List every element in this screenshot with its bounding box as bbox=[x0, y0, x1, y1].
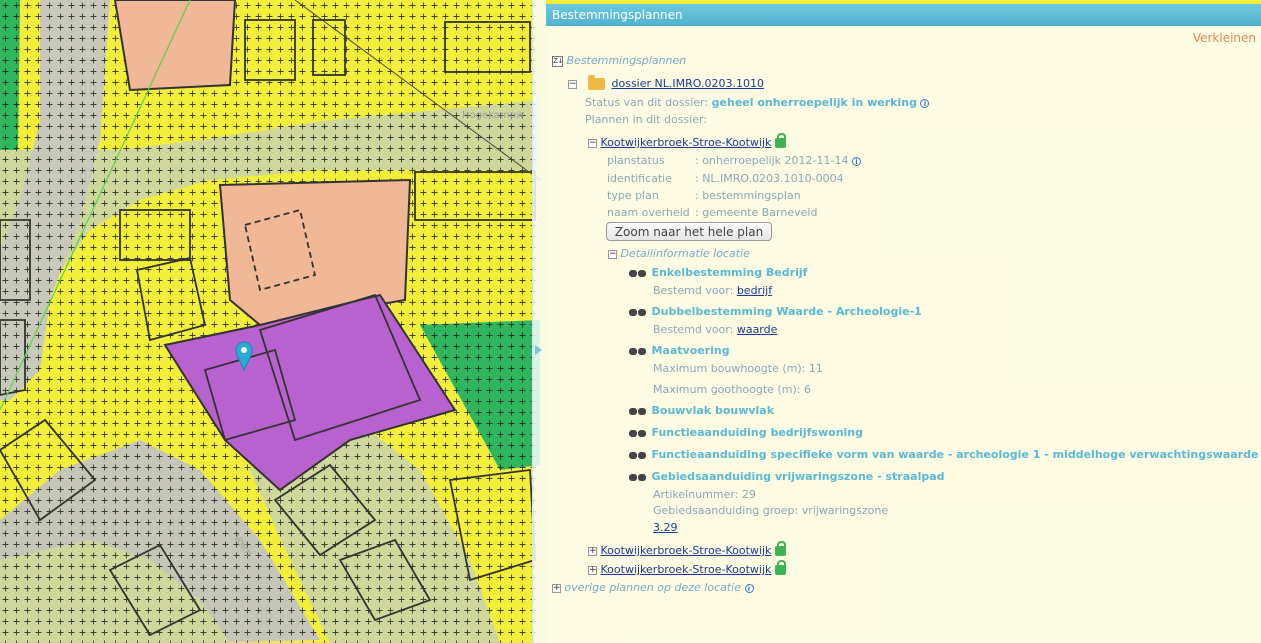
feature-vrijwaringszone[interactable]: Gebiedsaanduiding vrijwaringszone - stra… bbox=[628, 469, 945, 484]
other-plans-node: + overige plannen op deze locatie i bbox=[552, 580, 754, 595]
binoculars-icon[interactable] bbox=[628, 450, 648, 460]
bestemd-link[interactable]: waarde bbox=[737, 323, 778, 336]
collapse-arrow-icon[interactable] bbox=[535, 345, 542, 355]
feature-line: Artikelnummer: 29 bbox=[653, 488, 756, 501]
tree-root: Z↓ Bestemmingsplannen bbox=[552, 53, 686, 68]
lock-icon bbox=[774, 560, 786, 575]
binoculars-icon[interactable] bbox=[628, 307, 648, 317]
info-icon[interactable]: i bbox=[851, 156, 861, 166]
binoculars-icon[interactable] bbox=[628, 268, 648, 278]
feature-bedrijfswoning[interactable]: Functieaanduiding bedrijfswoning bbox=[628, 425, 863, 440]
feature-article-link: 3.29 bbox=[653, 521, 678, 534]
expand-toggle-icon[interactable]: + bbox=[552, 583, 561, 593]
binoculars-icon[interactable] bbox=[628, 472, 648, 482]
feature-enkelbestemming[interactable]: Enkelbestemming Bedrijf bbox=[628, 265, 807, 280]
feature-line: Gebiedsaanduiding groep: vrijwaringszone bbox=[653, 504, 889, 517]
folder-icon bbox=[587, 75, 605, 90]
status-value: geheel onherroepelijk in werking bbox=[711, 96, 917, 109]
feature-sub: Bestemd voor: bedrijf bbox=[653, 284, 773, 297]
feature-line: Maximum goothoogte (m): 6 bbox=[653, 383, 811, 396]
dossier-link[interactable]: dossier NL.IMRO.0203.1010 bbox=[612, 77, 764, 90]
feature-maatvoering[interactable]: Maatvoering bbox=[628, 343, 730, 358]
panel-collapse-tab[interactable] bbox=[532, 0, 546, 643]
road-label: Hogekampw bbox=[462, 110, 525, 121]
feature-line: Maximum bouwhoogte (m): 11 bbox=[653, 362, 823, 375]
expand-toggle-icon[interactable]: + bbox=[588, 546, 597, 556]
plan-node: + Kootwijkerbroek-Stroe-Kootwijk bbox=[588, 541, 786, 558]
feature-dubbelbestemming[interactable]: Dubbelbestemming Waarde - Archeologie-1 bbox=[628, 304, 922, 319]
dossier-node: − dossier NL.IMRO.0203.1010 bbox=[568, 75, 764, 91]
plan-link[interactable]: Kootwijkerbroek-Stroe-Kootwijk bbox=[601, 544, 772, 557]
plan-node: − Kootwijkerbroek-Stroe-Kootwijk bbox=[588, 133, 786, 150]
panel-title: Bestemmingsplannen bbox=[546, 4, 1261, 26]
binoculars-icon[interactable] bbox=[628, 346, 648, 356]
detail-node: − Detailinformatie locatie bbox=[608, 247, 750, 260]
collapse-toggle-icon[interactable]: − bbox=[588, 138, 597, 148]
expand-toggle-icon[interactable]: + bbox=[588, 565, 597, 575]
collapse-toggle-icon[interactable]: − bbox=[608, 249, 617, 259]
plan-link[interactable]: Kootwijkerbroek-Stroe-Kootwijk bbox=[601, 136, 772, 149]
binoculars-icon[interactable] bbox=[628, 406, 648, 416]
lock-icon bbox=[774, 541, 786, 556]
prop-type-plan: type plan: bestemmingsplan bbox=[607, 189, 801, 202]
feature-specifieke-vorm[interactable]: Functieaanduiding specifieke vorm van wa… bbox=[628, 447, 1258, 462]
plans-label: Plannen in dit dossier: bbox=[585, 113, 708, 126]
root-label: Bestemmingsplannen bbox=[566, 54, 687, 67]
info-icon[interactable]: i bbox=[920, 98, 930, 108]
binoculars-icon[interactable] bbox=[628, 428, 648, 438]
zoom-to-plan-button[interactable]: Zoom naar het hele plan bbox=[606, 222, 772, 241]
prop-identificatie: identificatie: NL.IMRO.0203.1010-0004 bbox=[607, 172, 844, 185]
prop-naam-overheid: naam overheid: gemeente Barneveld bbox=[607, 206, 818, 219]
info-icon[interactable]: i bbox=[744, 583, 754, 593]
plan-link[interactable]: Kootwijkerbroek-Stroe-Kootwijk bbox=[601, 563, 772, 576]
bestemd-link[interactable]: bedrijf bbox=[737, 284, 772, 297]
shrink-link[interactable]: Verkleinen bbox=[1193, 31, 1256, 45]
feature-sub: Bestemd voor: waarde bbox=[653, 323, 778, 336]
zoning-plans-panel: Bestemmingsplannen Verkleinen Z↓ Bestemm… bbox=[546, 4, 1261, 643]
plan-node: + Kootwijkerbroek-Stroe-Kootwijk bbox=[588, 560, 786, 577]
feature-bouwvlak[interactable]: Bouwvlak bouwvlak bbox=[628, 403, 774, 418]
prop-planstatus: planstatus: onherroepelijk 2012-11-14 i bbox=[607, 153, 861, 168]
lock-icon bbox=[774, 133, 786, 148]
sort-az-icon[interactable]: Z↓ bbox=[552, 55, 564, 67]
dossier-status: Status van dit dossier: geheel onherroep… bbox=[585, 95, 930, 110]
collapse-toggle-icon[interactable]: − bbox=[568, 79, 577, 89]
